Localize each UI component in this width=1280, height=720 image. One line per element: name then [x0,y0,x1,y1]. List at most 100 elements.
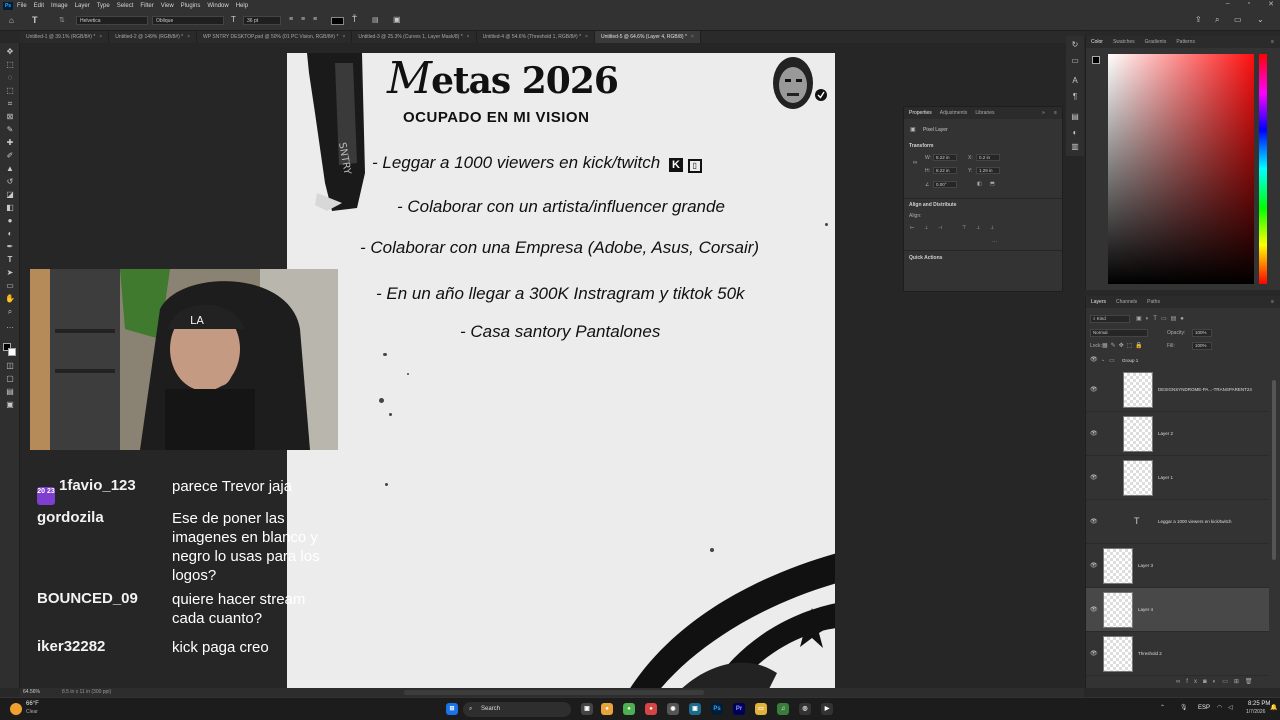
tab-color[interactable]: Color [1091,36,1103,48]
close-tab-icon[interactable]: × [585,34,588,40]
align-center-icon[interactable]: ≡ [301,16,305,23]
more-options-icon[interactable]: ··· [992,239,997,245]
workspace-icon[interactable]: ▭ [1234,15,1242,24]
visibility-eye-icon[interactable]: 👁 [1090,519,1098,525]
tray-chevron-icon[interactable]: ⌃ [1160,704,1165,711]
eraser-tool-icon[interactable]: ◪ [5,190,15,200]
filter-kind-select[interactable]: ⌕ Kind [1090,315,1130,323]
color-field[interactable] [1108,54,1254,284]
artboard-tool-icon[interactable]: ⬚ [5,60,15,70]
properties-icon[interactable]: ▤ [1070,112,1080,122]
close-tab-icon[interactable]: × [342,34,345,40]
adjustment-icon[interactable]: ◐ [1213,679,1223,685]
blur-tool-icon[interactable]: ● [5,216,15,226]
tab-layers[interactable]: Layers [1091,296,1106,308]
chrome-profile-icon[interactable]: ● [623,703,635,715]
type-tool-icon[interactable]: T [5,255,15,265]
character-panel-icon[interactable]: ▤ [372,16,379,24]
history-brush-icon[interactable]: ↺ [5,177,15,187]
search-icon[interactable]: ⌕ [1215,15,1219,25]
media-app-icon[interactable]: ▶ [821,703,833,715]
menu-help[interactable]: Help [236,3,248,9]
task-view-icon[interactable]: ▣ [581,703,593,715]
transform-section-title[interactable]: Transform [909,143,933,149]
align-h-centers-icon[interactable]: ⊥ [924,225,928,231]
tab-untitled-3[interactable]: Untitled-3 @ 25.3% (Curves 1, Layer Mask… [352,31,477,43]
3d-icon[interactable]: ▣ [393,15,401,24]
wifi-icon[interactable]: ◠ [1217,704,1222,711]
tab-channels[interactable]: Channels [1116,296,1137,308]
visibility-eye-icon[interactable]: 👁 [1090,475,1098,481]
height-field[interactable]: 8.22 in [933,167,957,174]
close-tab-icon[interactable]: × [99,34,102,40]
opacity-field[interactable]: 100% [1192,329,1212,337]
panel-menu-icon[interactable]: ≡ [1271,39,1274,45]
mask-icon[interactable]: ◙ [1203,679,1213,685]
layer-row[interactable]: 👁 Layer 3 [1086,544,1269,588]
visibility-eye-icon[interactable]: 👁 [1090,563,1098,569]
edit-toolbar-icon[interactable]: ▤ [5,387,15,397]
y-field[interactable]: 1.29 in [976,167,1000,174]
layer-row[interactable]: 👁 Threshold 2 [1086,632,1269,676]
frame-tool-icon[interactable]: ⊠ [5,112,15,122]
clock-date[interactable]: 1/7/2026 [1246,709,1265,715]
hue-slider[interactable] [1259,54,1267,284]
tab-untitled-1[interactable]: Untitled-1 @ 39.1% (RGB/8#) * × [20,31,110,43]
app-icon[interactable]: ◉ [667,703,679,715]
quick-actions-title[interactable]: Quick Actions [909,255,942,261]
tab-untitled-4[interactable]: Untitled-4 @ 54.6% (Threshold 1, RGB/8#)… [477,31,595,43]
maximize-icon[interactable]: ▫ [1248,0,1250,8]
language-indicator[interactable]: ESP [1198,705,1210,711]
horizontal-scrollbar[interactable] [404,690,704,695]
tab-patterns[interactable]: Patterns [1176,36,1195,48]
menu-image[interactable]: Image [51,3,68,9]
close-icon[interactable]: ✕ [1268,0,1274,8]
comments-icon[interactable]: ▭ [1070,56,1080,66]
layer-row-selected[interactable]: 👁 Layer 4 [1086,588,1269,632]
tab-gradients[interactable]: Gradients [1145,36,1167,48]
tab-paths[interactable]: Paths [1147,296,1160,308]
notifications-icon[interactable]: 🔔 [1270,704,1277,711]
object-select-tool-icon[interactable]: ⬚ [5,86,15,96]
visibility-eye-icon[interactable]: 👁 [1090,651,1098,657]
tab-wp-sntry-desktop[interactable]: WP SNTRY DESKTOP.psd @ 50% (01 PC Vision… [197,31,353,43]
type-tool-icon[interactable]: T [32,15,38,25]
trash-icon[interactable]: 🗑 [1245,679,1259,685]
paragraph-icon[interactable]: ¶ [1070,92,1080,102]
align-bottom-edges-icon[interactable]: ⊥ [990,225,994,231]
windows-start-icon[interactable]: ⊞ [446,703,458,715]
gradient-tool-icon[interactable]: ◧ [5,203,15,213]
menu-type[interactable]: Type [97,3,110,9]
frame-icon[interactable]: ▣ [5,400,15,410]
taskbar-search[interactable]: ⌕ Search [463,702,571,717]
flip-horizontal-icon[interactable]: ◧ [977,181,982,187]
clock-time[interactable]: 8:25 PM [1248,701,1270,707]
brush-tool-icon[interactable]: ✐ [5,151,15,161]
tab-properties[interactable]: Properties [909,107,932,119]
orientation-icon[interactable]: ⇅ [59,16,65,24]
visibility-eye-icon[interactable]: 👁 [1090,387,1098,393]
tab-untitled-2[interactable]: Untitled-2 @ 149% (RGB/8#) * × [109,31,198,43]
move-tool-icon[interactable]: ✥ [5,47,15,57]
close-tab-icon[interactable]: × [467,34,470,40]
photoshop-icon[interactable]: Ps [711,703,723,715]
layers-scrollbar[interactable] [1272,380,1276,560]
layer-row[interactable]: 👁 DESIGNSYNDROME-PA...-TRANSPARENT24 [1086,368,1269,412]
zoom-level[interactable]: 64.56% [23,688,40,697]
font-size-select[interactable]: 36 pt [243,16,281,25]
align-right-icon[interactable]: ≡ [313,16,317,23]
align-v-centers-icon[interactable]: ⊥ [976,225,980,231]
hand-tool-icon[interactable]: ✋ [5,294,15,304]
obs-icon[interactable]: ◎ [799,703,811,715]
menu-filter[interactable]: Filter [140,3,153,9]
font-family-select[interactable]: Helvetica [76,16,148,25]
layer-group-row[interactable]: 👁 ⌄ ▭ Group 1 [1086,356,1269,366]
quick-mask-icon[interactable]: ◫ [5,361,15,371]
align-left-icon[interactable]: ≡ [289,16,293,23]
close-tab-icon[interactable]: × [691,34,694,40]
lock-icons[interactable]: ▦✎✥⬚🔒 [1102,342,1146,349]
align-section-title[interactable]: Align and Distribute [909,202,957,208]
tray-mic-icon[interactable]: 🎙 [1180,704,1188,711]
healing-brush-icon[interactable]: ✚ [5,138,15,148]
dodge-tool-icon[interactable]: ◐ [5,229,15,239]
